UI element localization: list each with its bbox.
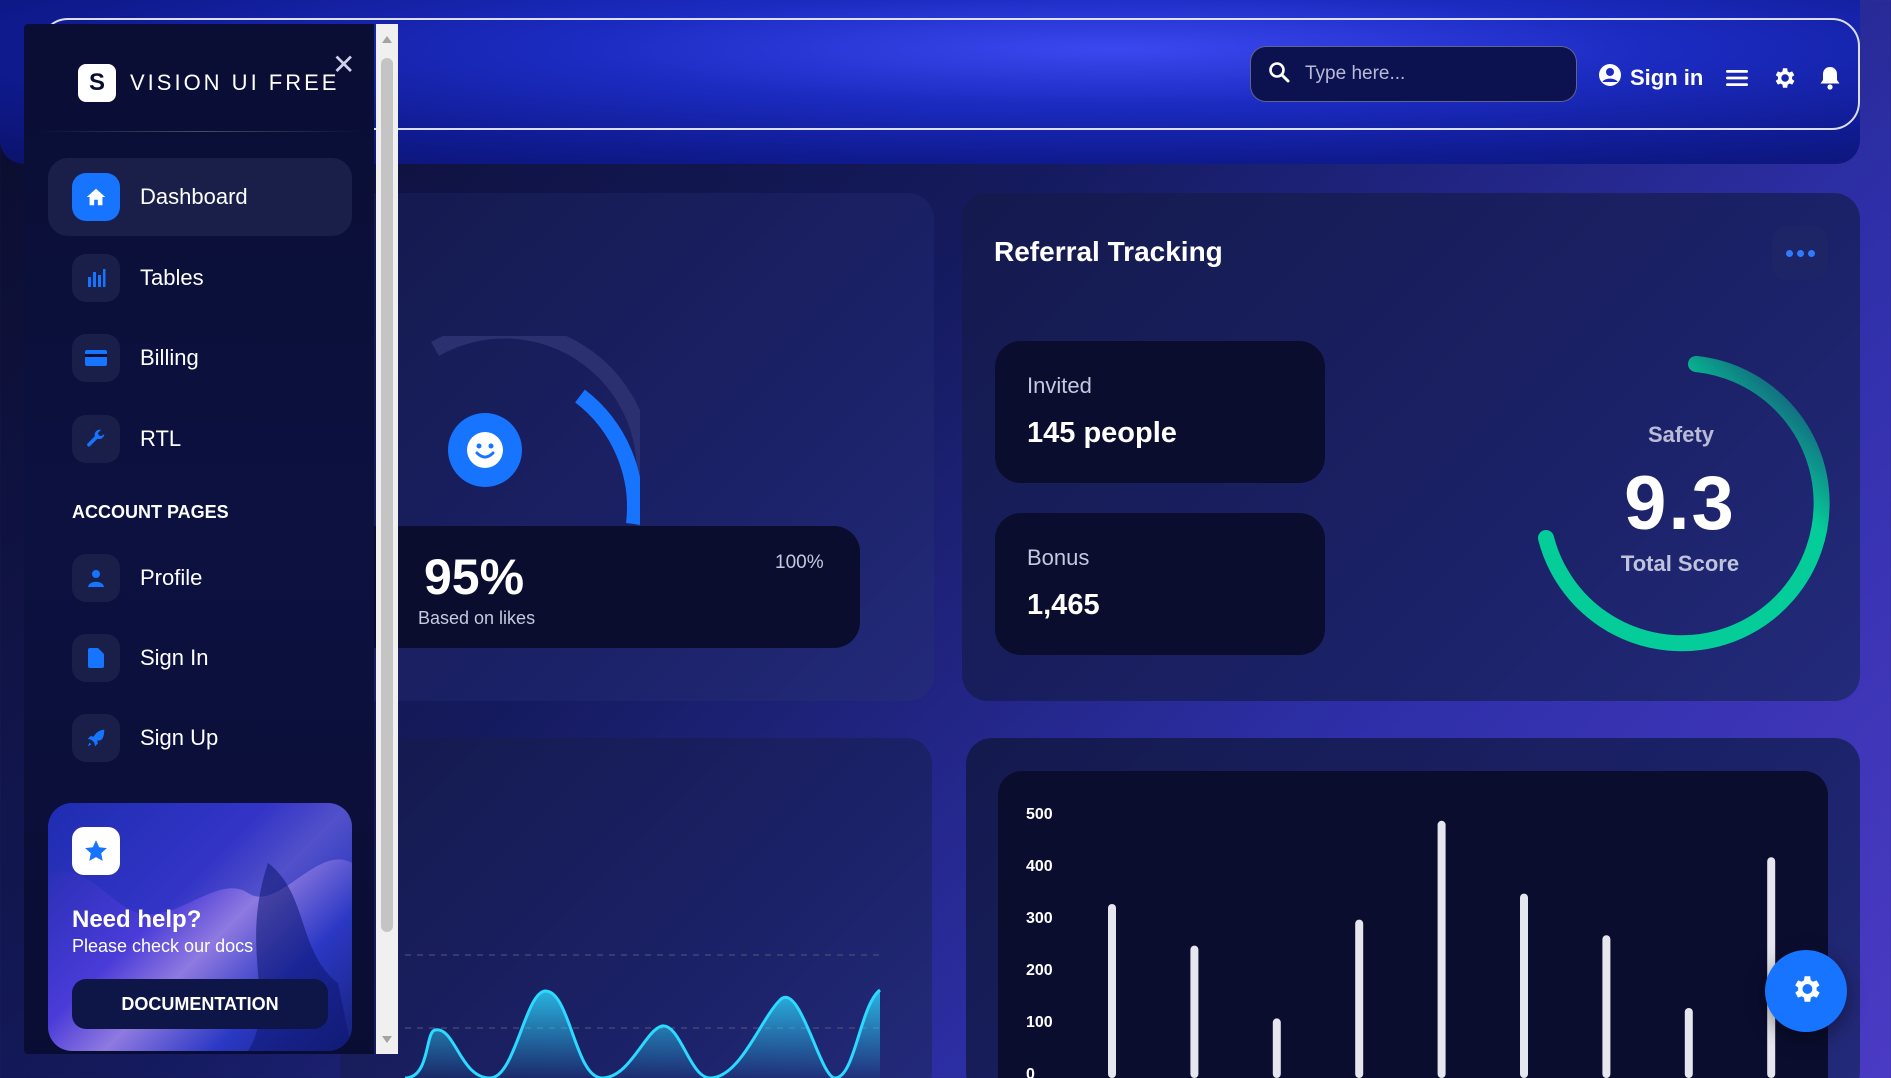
sidebar-item-rtl[interactable]: RTL [48,400,352,478]
sidebar-item-tables[interactable]: Tables [48,239,352,317]
brand[interactable]: S VISION UI FREE [78,64,339,102]
bar [1190,945,1199,1078]
user-circle-icon [1598,63,1622,93]
person-icon [72,554,120,602]
bonus-label: Bonus [1027,545,1090,570]
sidebar-item-label: RTL [140,426,182,451]
satisfaction-max: 100% [775,552,824,573]
y-tick-label: 0 [1026,1066,1035,1078]
search-input[interactable] [1305,63,1545,85]
satisfaction-percent: 95% [424,549,525,605]
close-icon[interactable]: ✕ [332,48,355,81]
rocket-icon [72,714,120,762]
sidebar-item-label: Billing [140,345,199,370]
total-score-label: Total Score [1620,551,1740,576]
dots-icon [1785,249,1793,257]
sidebar-item-label: Dashboard [140,184,248,209]
sidebar-item-sign-up[interactable]: Sign Up [48,699,352,777]
scrollbar-thumb[interactable] [381,58,393,932]
brand-name: VISION UI FREE [130,70,340,95]
bonus-stat: Bonus 1,465 [995,513,1325,655]
sidebar-item-label: Profile [140,565,203,590]
divider [40,131,362,132]
card-title: Referral Tracking [994,236,1223,267]
y-tick-label: 200 [1026,962,1053,979]
settings-fab[interactable] [1765,950,1847,1032]
menu-icon[interactable] [1725,68,1749,88]
bar [1602,935,1611,1078]
section-label-account-pages: ACCOUNT PAGES [72,502,229,522]
search-icon [1267,60,1291,89]
bar [1272,1018,1281,1078]
gear-icon[interactable] [1771,65,1797,91]
y-tick-label: 300 [1026,910,1053,927]
invited-stat: Invited 145 people [995,341,1325,483]
sign-in-label: Sign in [1630,65,1704,90]
gear-icon [1789,972,1823,1011]
scroll-up-arrow-icon[interactable] [380,33,394,47]
active-users-bar-chart: 500 400 300 200 100 0 [1026,806,1776,1078]
credit-card-icon [72,334,120,382]
sidebar-item-sign-in[interactable]: Sign In [48,619,352,697]
help-subtitle: Please check our docs [72,936,254,956]
scroll-down-arrow-icon[interactable] [380,1032,394,1046]
bar [1355,919,1364,1078]
bar [1437,820,1446,1078]
sidebar-item-billing[interactable]: Billing [48,319,352,397]
bar [1108,904,1116,1078]
bar-chart-icon [72,254,120,302]
y-tick-label: 400 [1026,858,1053,875]
satisfaction-info-box [340,526,860,648]
sidebar-item-dashboard[interactable]: Dashboard [48,158,352,236]
star-icon [72,827,120,875]
header-actions: Sign in [1598,60,1841,96]
invited-label: Invited [1027,373,1092,398]
bar [1520,893,1528,1078]
document-icon [72,634,120,682]
smile-icon [448,413,522,487]
safety-label: Safety [1647,422,1715,447]
documentation-button[interactable]: DOCUMENTATION [72,979,328,1029]
y-tick-label: 100 [1026,1014,1053,1031]
bonus-value: 1,465 [1027,589,1100,621]
sales-line-chart [404,954,882,1078]
satisfaction-caption: Based on likes [418,608,536,628]
invited-value: 145 people [1027,417,1177,449]
bar [1684,1008,1693,1078]
safety-score: 9.3 [1624,461,1736,546]
bell-icon[interactable] [1819,65,1841,91]
home-icon [72,173,120,221]
sidebar-item-label: Tables [140,265,204,290]
sidebar-item-profile[interactable]: Profile [48,539,352,617]
help-title: Need help? [72,906,202,933]
more-options-button[interactable] [1772,226,1828,280]
sidebar-item-label: Sign In [140,645,209,670]
y-tick-label: 500 [1026,806,1053,823]
wrench-icon [72,415,120,463]
sign-in-link[interactable]: Sign in [1598,63,1703,93]
search-box[interactable] [1250,46,1577,102]
logo-icon: S [78,64,116,102]
sidebar-item-label: Sign Up [140,725,219,750]
